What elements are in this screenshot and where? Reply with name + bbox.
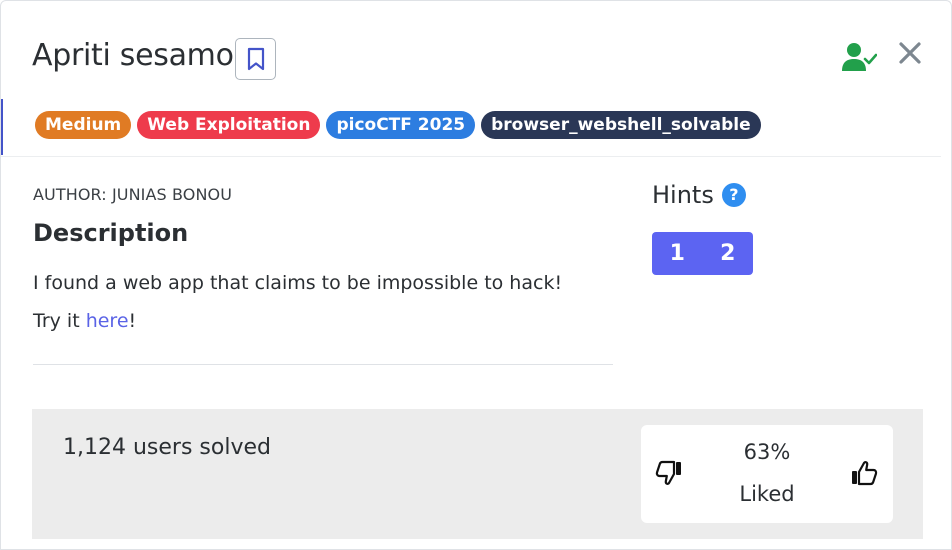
challenge-link[interactable]: here bbox=[86, 310, 129, 332]
hints-button-group: 1 2 bbox=[652, 232, 753, 275]
left-accent-bar bbox=[1, 99, 3, 155]
description-link-line: Try it here! bbox=[33, 310, 136, 332]
description-suffix: ! bbox=[128, 310, 137, 332]
tag-category[interactable]: Web Exploitation bbox=[137, 111, 321, 139]
user-check-icon[interactable] bbox=[841, 41, 877, 73]
description-heading: Description bbox=[33, 219, 189, 247]
author-label: AUTHOR: JUNIAS BONOU bbox=[33, 185, 233, 204]
header-divider bbox=[1, 156, 941, 157]
bookmark-icon bbox=[247, 47, 264, 71]
tag-list: Medium Web Exploitation picoCTF 2025 bro… bbox=[35, 111, 761, 139]
stats-panel: 1,124 users solved 63% Liked bbox=[32, 409, 923, 539]
bookmark-button[interactable] bbox=[235, 38, 276, 80]
thumbs-up-icon[interactable] bbox=[850, 460, 878, 486]
tag-difficulty[interactable]: Medium bbox=[35, 111, 132, 139]
hint-button-1[interactable]: 1 bbox=[652, 232, 703, 275]
challenge-modal: Apriti sesamo Medium Web Exploitation pi… bbox=[0, 0, 952, 550]
solved-count: 1,124 users solved bbox=[63, 435, 271, 460]
description-prefix: Try it bbox=[33, 310, 86, 332]
help-icon[interactable]: ? bbox=[721, 183, 746, 207]
description-divider bbox=[33, 364, 613, 365]
like-card: 63% Liked bbox=[641, 425, 893, 523]
description-text: I found a web app that claims to be impo… bbox=[33, 272, 563, 294]
hints-header: Hints ? bbox=[652, 181, 746, 209]
hint-button-2[interactable]: 2 bbox=[703, 232, 754, 275]
close-icon[interactable] bbox=[896, 39, 924, 67]
tag-webshell[interactable]: browser_webshell_solvable bbox=[481, 111, 761, 139]
hints-title: Hints bbox=[652, 181, 714, 209]
tag-event[interactable]: picoCTF 2025 bbox=[326, 111, 476, 139]
challenge-title: Apriti sesamo bbox=[32, 38, 234, 73]
